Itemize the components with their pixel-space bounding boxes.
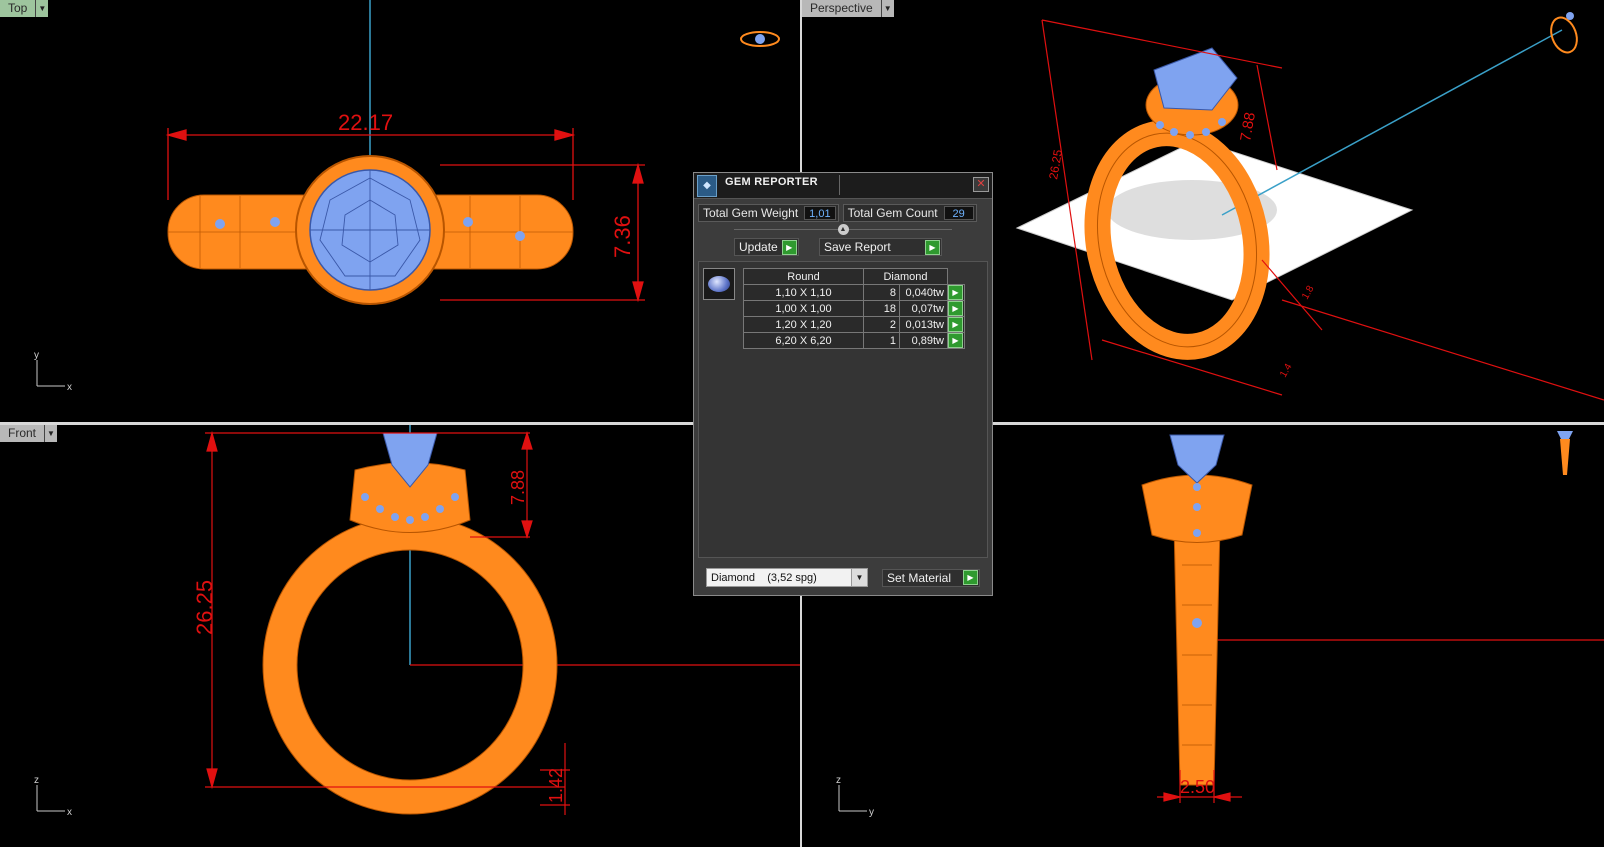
gem-size-cell: 6,20 X 6,20 — [743, 332, 864, 349]
viewport-top[interactable]: Top ▼ 22.17 7.36 y x — [0, 0, 800, 422]
axis-label: x — [67, 807, 72, 818]
collapse-icon[interactable]: ▲ — [837, 223, 849, 235]
gem-size-cell: 1,20 X 1,20 — [743, 316, 864, 333]
table-row[interactable]: 1,10 X 1,10 8 0,040tw ▶ — [743, 284, 965, 301]
material-select-value: Diamond (3,52 spg) — [711, 571, 817, 584]
chevron-down-icon[interactable]: ▼ — [851, 569, 867, 586]
panel-titlebar[interactable]: ◆ GEM REPORTER ✕ — [694, 173, 992, 199]
gem-count-cell: 8 — [863, 284, 900, 301]
set-material-button[interactable]: Set Material ▶ — [882, 568, 980, 587]
dropdown-arrow-icon[interactable]: ▼ — [36, 0, 49, 17]
play-icon[interactable]: ▶ — [948, 317, 963, 332]
viewport-tab-perspective[interactable]: Perspective ▼ — [802, 0, 894, 17]
material-header: Diamond — [863, 268, 948, 285]
viewport-label: Front — [0, 425, 46, 442]
gem-weight-cell: 0,040tw — [899, 284, 948, 301]
total-gem-weight: Total Gem Weight 1,01 — [698, 204, 839, 222]
gem-count-cell: 18 — [863, 300, 900, 317]
axis-label: z — [836, 775, 841, 786]
gem-weight-cell: 0,89tw — [899, 332, 948, 349]
dropdown-arrow-icon[interactable]: ▼ — [45, 425, 58, 442]
play-icon[interactable]: ▶ — [963, 570, 978, 585]
dimension-label: 22.17 — [338, 110, 393, 135]
table-row[interactable]: 1,20 X 1,20 2 0,013tw ▶ — [743, 316, 965, 333]
save-report-button[interactable]: Save Report ▶ — [819, 238, 942, 256]
dimension-label: 26.25 — [192, 580, 217, 635]
header-spacer — [948, 269, 965, 285]
axis-label: z — [34, 775, 39, 786]
gem-weight-cell: 0,013tw — [899, 316, 948, 333]
material-select[interactable]: Diamond (3,52 spg) ▼ — [706, 568, 868, 587]
title-separator — [839, 175, 840, 195]
update-button-label: Update — [739, 240, 778, 254]
axis-label: x — [67, 382, 72, 393]
viewport-label: Top — [0, 0, 37, 17]
front-view-scene: 26.25 7.88 1.42 z x — [34, 425, 800, 818]
collapse-toggle[interactable]: ▲ — [694, 222, 992, 236]
viewport-front[interactable]: Front ▼ 26.25 7.88 1.42 z x — [0, 425, 800, 847]
ring-preview-icon — [740, 31, 780, 47]
total-gem-weight-label: Total Gem Weight — [703, 206, 799, 220]
gem-table: Round Diamond 1,10 X 1,10 8 0,040tw ▶ 1,00 X… — [743, 268, 965, 349]
dimension-label: 26.25 — [1046, 148, 1065, 180]
dimension-label: 1.8 — [1300, 284, 1317, 302]
report-actions: Update ▶ Save Report ▶ — [694, 236, 992, 256]
top-view-scene: 22.17 7.36 y x — [34, 0, 780, 393]
row-action: ▶ — [947, 284, 965, 301]
row-action: ▶ — [947, 300, 965, 317]
play-icon[interactable]: ▶ — [781, 239, 797, 255]
play-icon[interactable]: ▶ — [948, 301, 963, 316]
gem-stats: Total Gem Weight 1,01 Total Gem Count 29 — [694, 199, 992, 222]
save-report-button-label: Save Report — [824, 240, 891, 254]
row-action: ▶ — [947, 316, 965, 333]
gem-reporter-icon: ◆ — [697, 174, 717, 197]
ring-preview-icon — [1557, 431, 1573, 475]
gem-count-cell: 1 — [863, 332, 900, 349]
total-gem-count-value: 29 — [943, 206, 974, 220]
gem-weight-cell: 0,07tw — [899, 300, 948, 317]
table-header-row: Round Diamond — [743, 268, 965, 285]
axis-label: y — [34, 350, 39, 361]
close-icon[interactable]: ✕ — [973, 177, 989, 192]
axis-label: y — [869, 807, 874, 818]
row-action: ▶ — [947, 332, 965, 349]
table-row[interactable]: 1,00 X 1,00 18 0,07tw ▶ — [743, 300, 965, 317]
ring-preview-icon — [1550, 12, 1578, 54]
table-row[interactable]: 6,20 X 6,20 1 0,89tw ▶ — [743, 332, 965, 349]
play-icon[interactable]: ▶ — [925, 239, 940, 255]
gem-size-cell: 1,00 X 1,00 — [743, 300, 864, 317]
gem-list: Round Diamond 1,10 X 1,10 8 0,040tw ▶ 1,00 X… — [698, 261, 988, 558]
dimension-label: 1.4 — [1278, 362, 1295, 380]
dimension-label: 7.88 — [508, 470, 528, 505]
gem-reporter-panel: ◆ GEM REPORTER ✕ Total Gem Weight 1,01 T… — [693, 172, 993, 596]
gem-size-cell: 1,10 X 1,10 — [743, 284, 864, 301]
play-icon[interactable]: ▶ — [948, 333, 963, 348]
viewport-label: Perspective — [802, 0, 882, 17]
total-gem-weight-value: 1,01 — [804, 206, 836, 220]
dimension-label: 7.88 — [1237, 111, 1259, 143]
play-icon[interactable]: ▶ — [948, 285, 963, 300]
shape-header: Round — [743, 268, 864, 285]
total-gem-count-label: Total Gem Count — [847, 206, 938, 220]
set-material-label: Set Material — [887, 570, 952, 585]
total-gem-count: Total Gem Count 29 — [842, 204, 977, 222]
dimension-label: 1.42 — [546, 768, 566, 803]
dimension-label: 7.36 — [610, 215, 635, 258]
viewport-tab-top[interactable]: Top ▼ — [0, 0, 49, 17]
dropdown-arrow-icon[interactable]: ▼ — [881, 0, 894, 17]
gem-thumbnail-icon[interactable] — [703, 268, 735, 300]
viewport-tab-front[interactable]: Front ▼ — [0, 425, 58, 442]
dimension-label: 2.50 — [1180, 777, 1215, 797]
material-controls: Diamond (3,52 spg) ▼ Set Material ▶ — [706, 568, 980, 587]
gem-count-cell: 2 — [863, 316, 900, 333]
panel-title: GEM REPORTER — [725, 175, 818, 188]
update-button[interactable]: Update ▶ — [734, 238, 799, 256]
